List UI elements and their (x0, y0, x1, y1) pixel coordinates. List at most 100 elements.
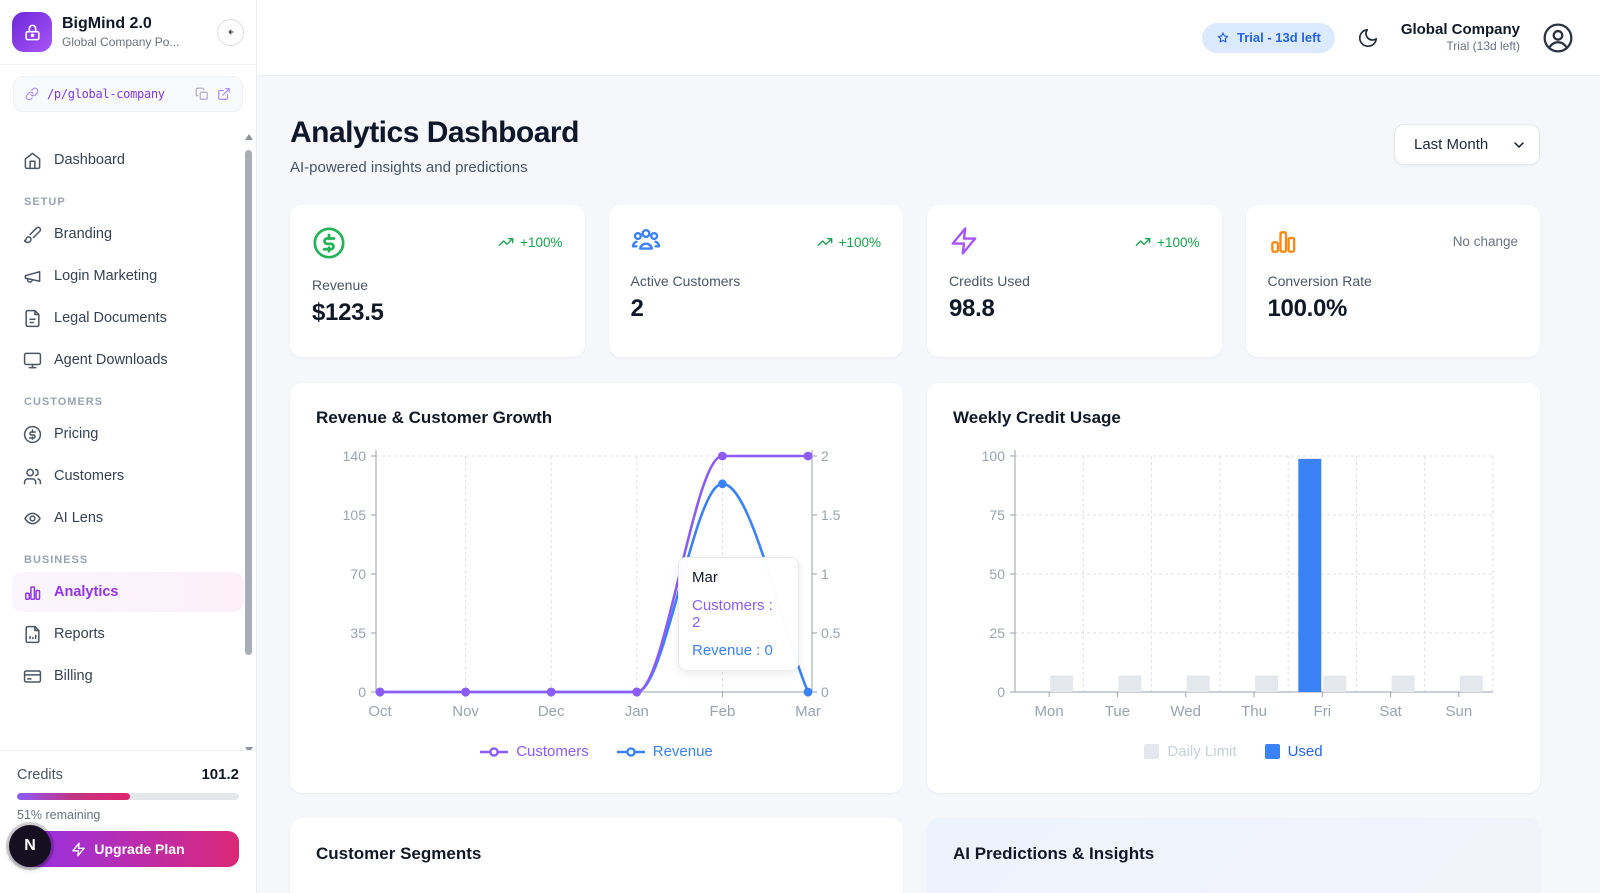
bar-chart-icon (23, 583, 42, 602)
sidebar-item-dashboard[interactable]: Dashboard (12, 140, 244, 180)
bar-chart-title: Weekly Credit Usage (953, 408, 1514, 428)
sidebar-item-label: Legal Documents (54, 310, 167, 326)
legend-item-daily-limit[interactable]: Daily Limit (1144, 743, 1236, 760)
sidebar-item-login-marketing[interactable]: Login Marketing (12, 256, 244, 296)
sidebar: BigMind 2.0 Global Company Po... /p/glob… (0, 0, 257, 893)
credits-remaining: 51% remaining (17, 808, 239, 822)
zap-icon (949, 226, 979, 256)
date-range-select[interactable]: Last Month (1394, 124, 1540, 165)
stat-label: Conversion Rate (1268, 273, 1519, 289)
upgrade-plan-label: Upgrade Plan (94, 841, 184, 857)
dollar-circle-icon (312, 226, 346, 260)
account-menu[interactable]: Global Company Trial (13d left) (1401, 21, 1520, 55)
app-org: Global Company Po... (62, 34, 207, 50)
customer-segments-title: Customer Segments (316, 844, 877, 864)
zap-icon (71, 842, 86, 857)
stat-delta-label: +100% (1157, 235, 1199, 250)
customer-segments-card: Customer Segments (290, 818, 903, 893)
nav-section-label: SETUP (24, 196, 232, 208)
copy-icon[interactable] (195, 87, 209, 101)
portal-url: /p/global-company (47, 87, 187, 101)
date-range-value: Last Month (1414, 136, 1488, 153)
bottom-grid: Customer Segments AI Predictions & Insig… (290, 818, 1540, 893)
sidebar-header: BigMind 2.0 Global Company Po... (0, 0, 256, 65)
ai-predictions-card: AI Predictions & Insights (927, 818, 1540, 893)
svg-text:50: 50 (989, 566, 1005, 582)
moon-icon (1357, 27, 1379, 49)
svg-text:1.5: 1.5 (821, 507, 841, 523)
sidebar-item-customers[interactable]: Customers (12, 456, 244, 496)
svg-text:140: 140 (343, 448, 367, 464)
page-title: Analytics Dashboard (290, 116, 579, 150)
sidebar-item-branding[interactable]: Branding (12, 214, 244, 254)
eye-icon (23, 509, 42, 528)
sidebar-item-billing[interactable]: Billing (12, 656, 244, 696)
scrollbar-thumb[interactable] (245, 150, 252, 655)
collapse-sidebar-button[interactable] (217, 19, 244, 46)
sidebar-item-pricing[interactable]: Pricing (12, 414, 244, 454)
sidebar-item-label: Pricing (54, 426, 98, 442)
svg-text:Wed: Wed (1170, 703, 1201, 720)
sidebar-item-label: Dashboard (54, 152, 125, 168)
sidebar-item-agent-downloads[interactable]: Agent Downloads (12, 340, 244, 380)
legend-marker (617, 746, 645, 758)
home-icon (23, 151, 42, 170)
sidebar-item-ai-lens[interactable]: AI Lens (12, 498, 244, 538)
dark-mode-toggle[interactable] (1357, 27, 1379, 49)
trial-badge[interactable]: Trial - 13d left (1202, 23, 1335, 53)
floating-widget-button[interactable]: N (9, 825, 51, 867)
sidebar-item-legal-documents[interactable]: Legal Documents (12, 298, 244, 338)
app-logo (12, 12, 52, 52)
line-chart-legend: Customers Revenue (316, 743, 877, 760)
svg-text:Dec: Dec (538, 703, 565, 720)
app-title-block: BigMind 2.0 Global Company Po... (62, 14, 207, 50)
svg-text:Feb: Feb (709, 703, 735, 720)
svg-text:Jan: Jan (625, 703, 649, 720)
svg-text:0.5: 0.5 (821, 625, 841, 641)
star-icon (1216, 31, 1230, 45)
revenue-growth-chart[interactable]: 0357010514000.511.52OctNovDecJanFebMar M… (316, 444, 877, 741)
legend-label: Customers (516, 743, 589, 760)
file-chart-icon (23, 625, 42, 644)
credit-usage-card: Weekly Credit Usage 0255075100MonTueWedT… (927, 383, 1540, 793)
chevron-down-icon (1511, 137, 1527, 153)
topbar: Trial - 13d left Global Company Trial (1… (257, 0, 1600, 76)
sidebar-item-label: Agent Downloads (54, 352, 168, 368)
charts-grid: Revenue & Customer Growth 0357010514000.… (290, 383, 1540, 793)
avatar[interactable] (1542, 22, 1574, 54)
legend-item-customers[interactable]: Customers (480, 743, 589, 760)
sidebar-item-label: Reports (54, 626, 105, 642)
stats-grid: +100%Revenue$123.5+100%Active Customers2… (290, 205, 1540, 357)
stat-value: 100.0% (1268, 295, 1519, 323)
external-link-icon[interactable] (217, 87, 231, 101)
legend-item-revenue[interactable]: Revenue (617, 743, 713, 760)
stat-value: $123.5 (312, 299, 563, 327)
svg-text:Nov: Nov (452, 703, 479, 720)
stat-delta-label: +100% (520, 235, 562, 250)
scrollbar-up-arrow[interactable] (245, 134, 253, 140)
sidebar-item-reports[interactable]: Reports (12, 614, 244, 654)
svg-text:Oct: Oct (368, 703, 392, 720)
svg-text:Tue: Tue (1105, 703, 1130, 720)
legend-label: Used (1288, 743, 1323, 760)
credit-usage-chart[interactable]: 0255075100MonTueWedThuFriSatSun (953, 444, 1514, 741)
file-text-icon (23, 309, 42, 328)
credits-label: Credits (17, 767, 63, 783)
svg-text:100: 100 (982, 448, 1006, 464)
svg-text:0: 0 (997, 684, 1005, 700)
svg-text:105: 105 (343, 507, 367, 523)
dollar-circle-icon (23, 425, 42, 444)
legend-item-used[interactable]: Used (1265, 743, 1323, 760)
stat-label: Credits Used (949, 273, 1200, 289)
sidebar-item-label: Login Marketing (54, 268, 157, 284)
tooltip-line-revenue: Revenue : 0 (692, 642, 785, 659)
stat-delta-label: +100% (839, 235, 881, 250)
legend-label: Revenue (653, 743, 713, 760)
svg-text:70: 70 (350, 566, 366, 582)
sidebar-item-analytics[interactable]: Analytics (12, 572, 244, 612)
bar-chart-legend: Daily Limit Used (953, 743, 1514, 760)
sidebar-scrollbar[interactable] (244, 134, 254, 753)
portal-url-chip[interactable]: /p/global-company (13, 76, 243, 112)
stat-value: 98.8 (949, 295, 1200, 323)
link-icon (25, 87, 39, 101)
